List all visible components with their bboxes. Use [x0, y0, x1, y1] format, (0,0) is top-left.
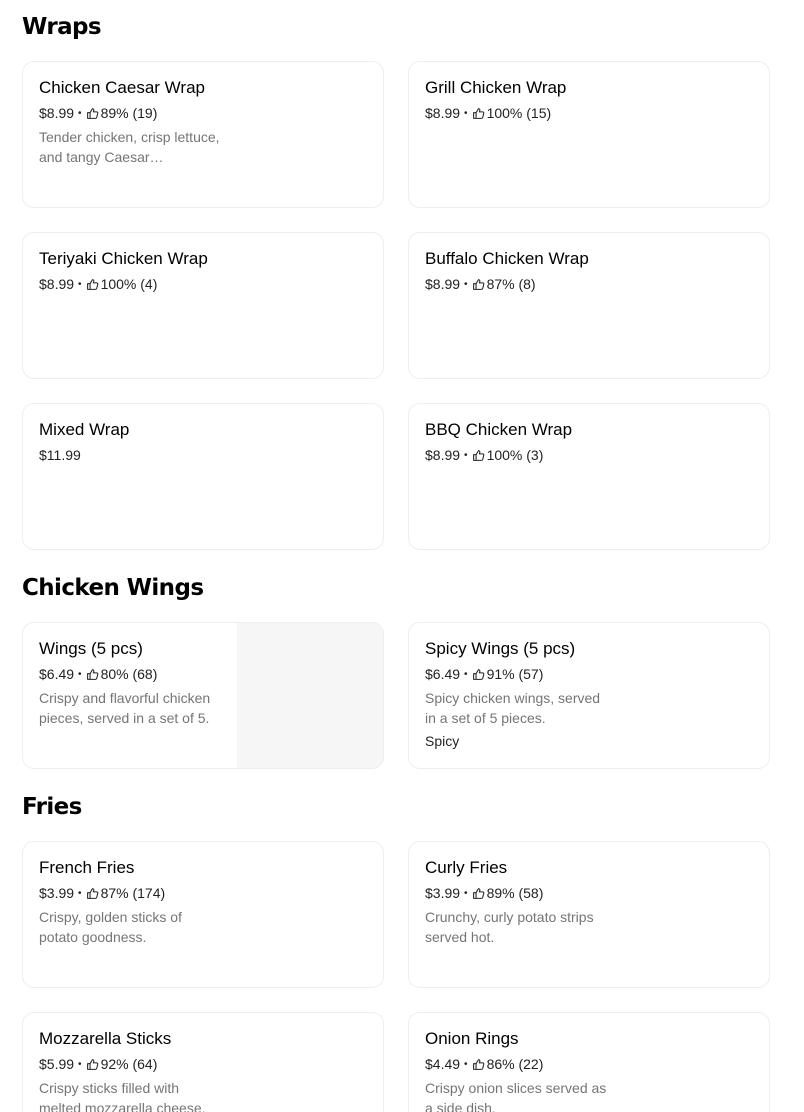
separator-dot: • [464, 887, 468, 899]
menu-item-card[interactable]: BBQ Chicken Wrap $8.99 • 100% (3) [408, 403, 770, 550]
menu-item-card[interactable]: Teriyaki Chicken Wrap $8.99 • 100% (4) [22, 232, 384, 379]
item-price: $4.49 [425, 1056, 461, 1072]
item-description: Spicy chicken wings, served in a set of … [425, 690, 601, 726]
menu-item-card[interactable]: Spicy Wings (5 pcs) $6.49 • 91% (57) Spi… [408, 622, 770, 769]
item-name: Curly Fries [425, 858, 508, 877]
item-price: $11.99 [39, 447, 81, 463]
thumbs-up-icon [86, 278, 98, 290]
item-description: Crispy, golden sticks of potato goodness… [39, 909, 182, 945]
item-price: $3.99 [425, 885, 461, 901]
item-name: BBQ Chicken Wrap [425, 420, 573, 439]
menu-item-card[interactable]: Mozzarella Sticks $5.99 • 92% (64) Crisp… [22, 1012, 384, 1112]
item-tag: Spicy [425, 733, 460, 749]
item-price: $8.99 [39, 105, 75, 121]
separator-dot: • [78, 1058, 82, 1070]
menu-item-card[interactable]: Buffalo Chicken Wrap $8.99 • 87% (8) [408, 232, 770, 379]
item-meta: $8.99 • 100% (15) [425, 105, 551, 121]
menu-item-card[interactable]: French Fries $3.99 • 87% (174) Crispy, g… [22, 841, 384, 988]
item-price: $8.99 [425, 276, 461, 292]
item-price: $8.99 [425, 447, 461, 463]
item-meta: $5.99 • 92% (64) [39, 1056, 157, 1072]
item-rating: 100% (15) [486, 105, 552, 121]
thumbs-up-icon [86, 887, 98, 899]
item-rating: 86% (22) [486, 1056, 544, 1072]
menu-item-card[interactable]: Wings (5 pcs) $6.49 • 80% (68) Crispy an… [22, 622, 384, 769]
item-price: $5.99 [39, 1056, 75, 1072]
separator-dot: • [78, 278, 82, 290]
separator-dot: • [78, 107, 82, 119]
separator-dot: • [464, 449, 468, 461]
thumbs-up-icon [472, 107, 484, 119]
item-rating: 100% (4) [100, 276, 158, 292]
item-meta: $3.99 • 89% (58) [425, 885, 543, 901]
item-meta: $8.99 • 87% (8) [425, 276, 536, 292]
item-name: Grill Chicken Wrap [425, 78, 567, 97]
item-image [237, 623, 383, 768]
item-rating: 92% (64) [100, 1056, 158, 1072]
item-description: Crispy and flavorful chicken pieces, ser… [39, 690, 211, 726]
item-name: Mixed Wrap [39, 420, 130, 439]
item-description: Tender chicken, crisp lettuce, and tangy… [39, 129, 220, 165]
thumbs-up-icon [86, 107, 98, 119]
item-meta: $6.49 • 91% (57) [425, 666, 543, 682]
menu-item-card[interactable]: Curly Fries $3.99 • 89% (58) Crunchy, cu… [408, 841, 770, 988]
thumbs-up-icon [472, 1058, 484, 1070]
item-meta: $3.99 • 87% (174) [39, 885, 165, 901]
item-meta: $8.99 • 100% (3) [425, 447, 543, 463]
separator-dot: • [78, 887, 82, 899]
item-rating: 89% (19) [100, 105, 158, 121]
item-description: Crispy onion slices served as a side dis… [425, 1080, 607, 1112]
item-rating: 100% (3) [486, 447, 544, 463]
item-price: $6.49 [425, 666, 461, 682]
menu-item-card[interactable]: Grill Chicken Wrap $8.99 • 100% (15) [408, 61, 770, 208]
item-rating: 87% (174) [100, 885, 166, 901]
item-rating: 89% (58) [486, 885, 544, 901]
section-title-fries: Fries [22, 794, 82, 820]
item-meta: $6.49 • 80% (68) [39, 666, 157, 682]
section-title-wraps: Wraps [22, 14, 102, 40]
separator-dot: • [78, 668, 82, 680]
separator-dot: • [464, 278, 468, 290]
separator-dot: • [464, 668, 468, 680]
item-name: Wings (5 pcs) [39, 639, 143, 658]
item-meta: $11.99 [39, 447, 81, 463]
item-meta: $4.49 • 86% (22) [425, 1056, 543, 1072]
menu-item-card[interactable]: Chicken Caesar Wrap $8.99 • 89% (19) Ten… [22, 61, 384, 208]
item-description: Crispy sticks filled with melted mozzare… [39, 1080, 206, 1112]
item-rating: 80% (68) [100, 666, 158, 682]
thumbs-up-icon [472, 668, 484, 680]
menu-item-card[interactable]: Onion Rings $4.49 • 86% (22) Crispy onio… [408, 1012, 770, 1112]
item-name: French Fries [39, 858, 135, 877]
thumbs-up-icon [472, 278, 484, 290]
item-name: Onion Rings [425, 1029, 519, 1048]
separator-dot: • [464, 1058, 468, 1070]
thumbs-up-icon [472, 887, 484, 899]
thumbs-up-icon [86, 668, 98, 680]
item-price: $3.99 [39, 885, 75, 901]
item-name: Mozzarella Sticks [39, 1029, 172, 1048]
item-meta: $8.99 • 89% (19) [39, 105, 157, 121]
item-price: $6.49 [39, 666, 75, 682]
separator-dot: • [464, 107, 468, 119]
thumbs-up-icon [472, 449, 484, 461]
item-description: Crunchy, curly potato strips served hot. [425, 909, 594, 945]
item-rating: 91% (57) [486, 666, 544, 682]
item-name: Buffalo Chicken Wrap [425, 249, 589, 268]
thumbs-up-icon [86, 1058, 98, 1070]
item-rating: 87% (8) [486, 276, 536, 292]
item-name: Spicy Wings (5 pcs) [425, 639, 576, 658]
item-meta: $8.99 • 100% (4) [39, 276, 157, 292]
section-title-chicken-wings: Chicken Wings [22, 575, 204, 601]
item-price: $8.99 [39, 276, 75, 292]
item-name: Chicken Caesar Wrap [39, 78, 205, 97]
item-name: Teriyaki Chicken Wrap [39, 249, 208, 268]
menu-item-card[interactable]: Mixed Wrap $11.99 [22, 403, 384, 550]
item-price: $8.99 [425, 105, 461, 121]
